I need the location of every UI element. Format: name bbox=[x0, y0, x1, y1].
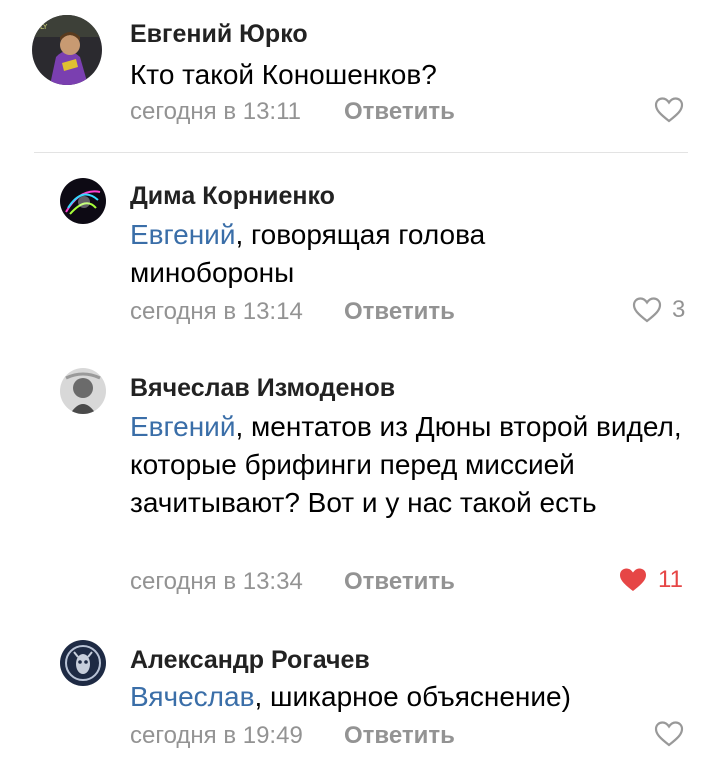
mention-link[interactable]: Вячеслав bbox=[130, 681, 254, 712]
like-button[interactable]: 3 bbox=[632, 296, 685, 324]
comment-timestamp: сегодня в 19:49 bbox=[130, 722, 303, 749]
mention-link[interactable]: Евгений bbox=[130, 411, 235, 442]
comment-author[interactable]: Вячеслав Измоденов bbox=[130, 374, 395, 403]
comment-text: Вячеслав, шикарное объяснение) bbox=[130, 678, 700, 716]
reply-button[interactable]: Ответить bbox=[344, 98, 455, 126]
comment-author[interactable]: Александр Рогачев bbox=[130, 646, 370, 675]
heart-filled-icon bbox=[620, 568, 646, 591]
comment-timestamp: сегодня в 13:34 bbox=[130, 568, 303, 595]
divider bbox=[34, 152, 688, 153]
comment-body: Кто такой Коношенков? bbox=[130, 59, 437, 90]
like-button[interactable]: 11 bbox=[618, 566, 683, 594]
comment-text: Евгений, говорящая голова минобороны bbox=[130, 216, 550, 292]
heart-outline-icon bbox=[654, 97, 684, 123]
like-count: 3 bbox=[672, 296, 686, 323]
heart-outline-icon bbox=[632, 297, 662, 323]
comment-timestamp: сегодня в 13:14 bbox=[130, 298, 303, 325]
like-count: 11 bbox=[658, 566, 683, 593]
reply-button[interactable]: Ответить bbox=[344, 298, 455, 326]
heart-outline-icon bbox=[654, 721, 684, 747]
comment-text: Евгений, ментатов из Дюны второй видел, … bbox=[130, 408, 700, 522]
like-button[interactable] bbox=[654, 720, 684, 748]
reply-button[interactable]: Ответить bbox=[344, 722, 455, 750]
avatar[interactable] bbox=[60, 368, 106, 414]
mention-link[interactable]: Евгений bbox=[130, 219, 235, 250]
avatar[interactable] bbox=[60, 178, 106, 224]
comment-timestamp: сегодня в 13:11 bbox=[130, 98, 302, 125]
reply-button[interactable]: Ответить bbox=[344, 568, 455, 596]
avatar[interactable] bbox=[60, 640, 106, 686]
comment-text: Кто такой Коношенков? bbox=[130, 56, 700, 94]
comment-body: , шикарное объяснение) bbox=[254, 681, 571, 712]
avatar[interactable]: FLY bbox=[32, 15, 102, 85]
comment-author[interactable]: Дима Корниенко bbox=[130, 182, 335, 211]
like-button[interactable] bbox=[654, 96, 684, 124]
svg-text:FLY: FLY bbox=[36, 23, 48, 31]
comment-author[interactable]: Евгений Юрко bbox=[130, 20, 308, 49]
